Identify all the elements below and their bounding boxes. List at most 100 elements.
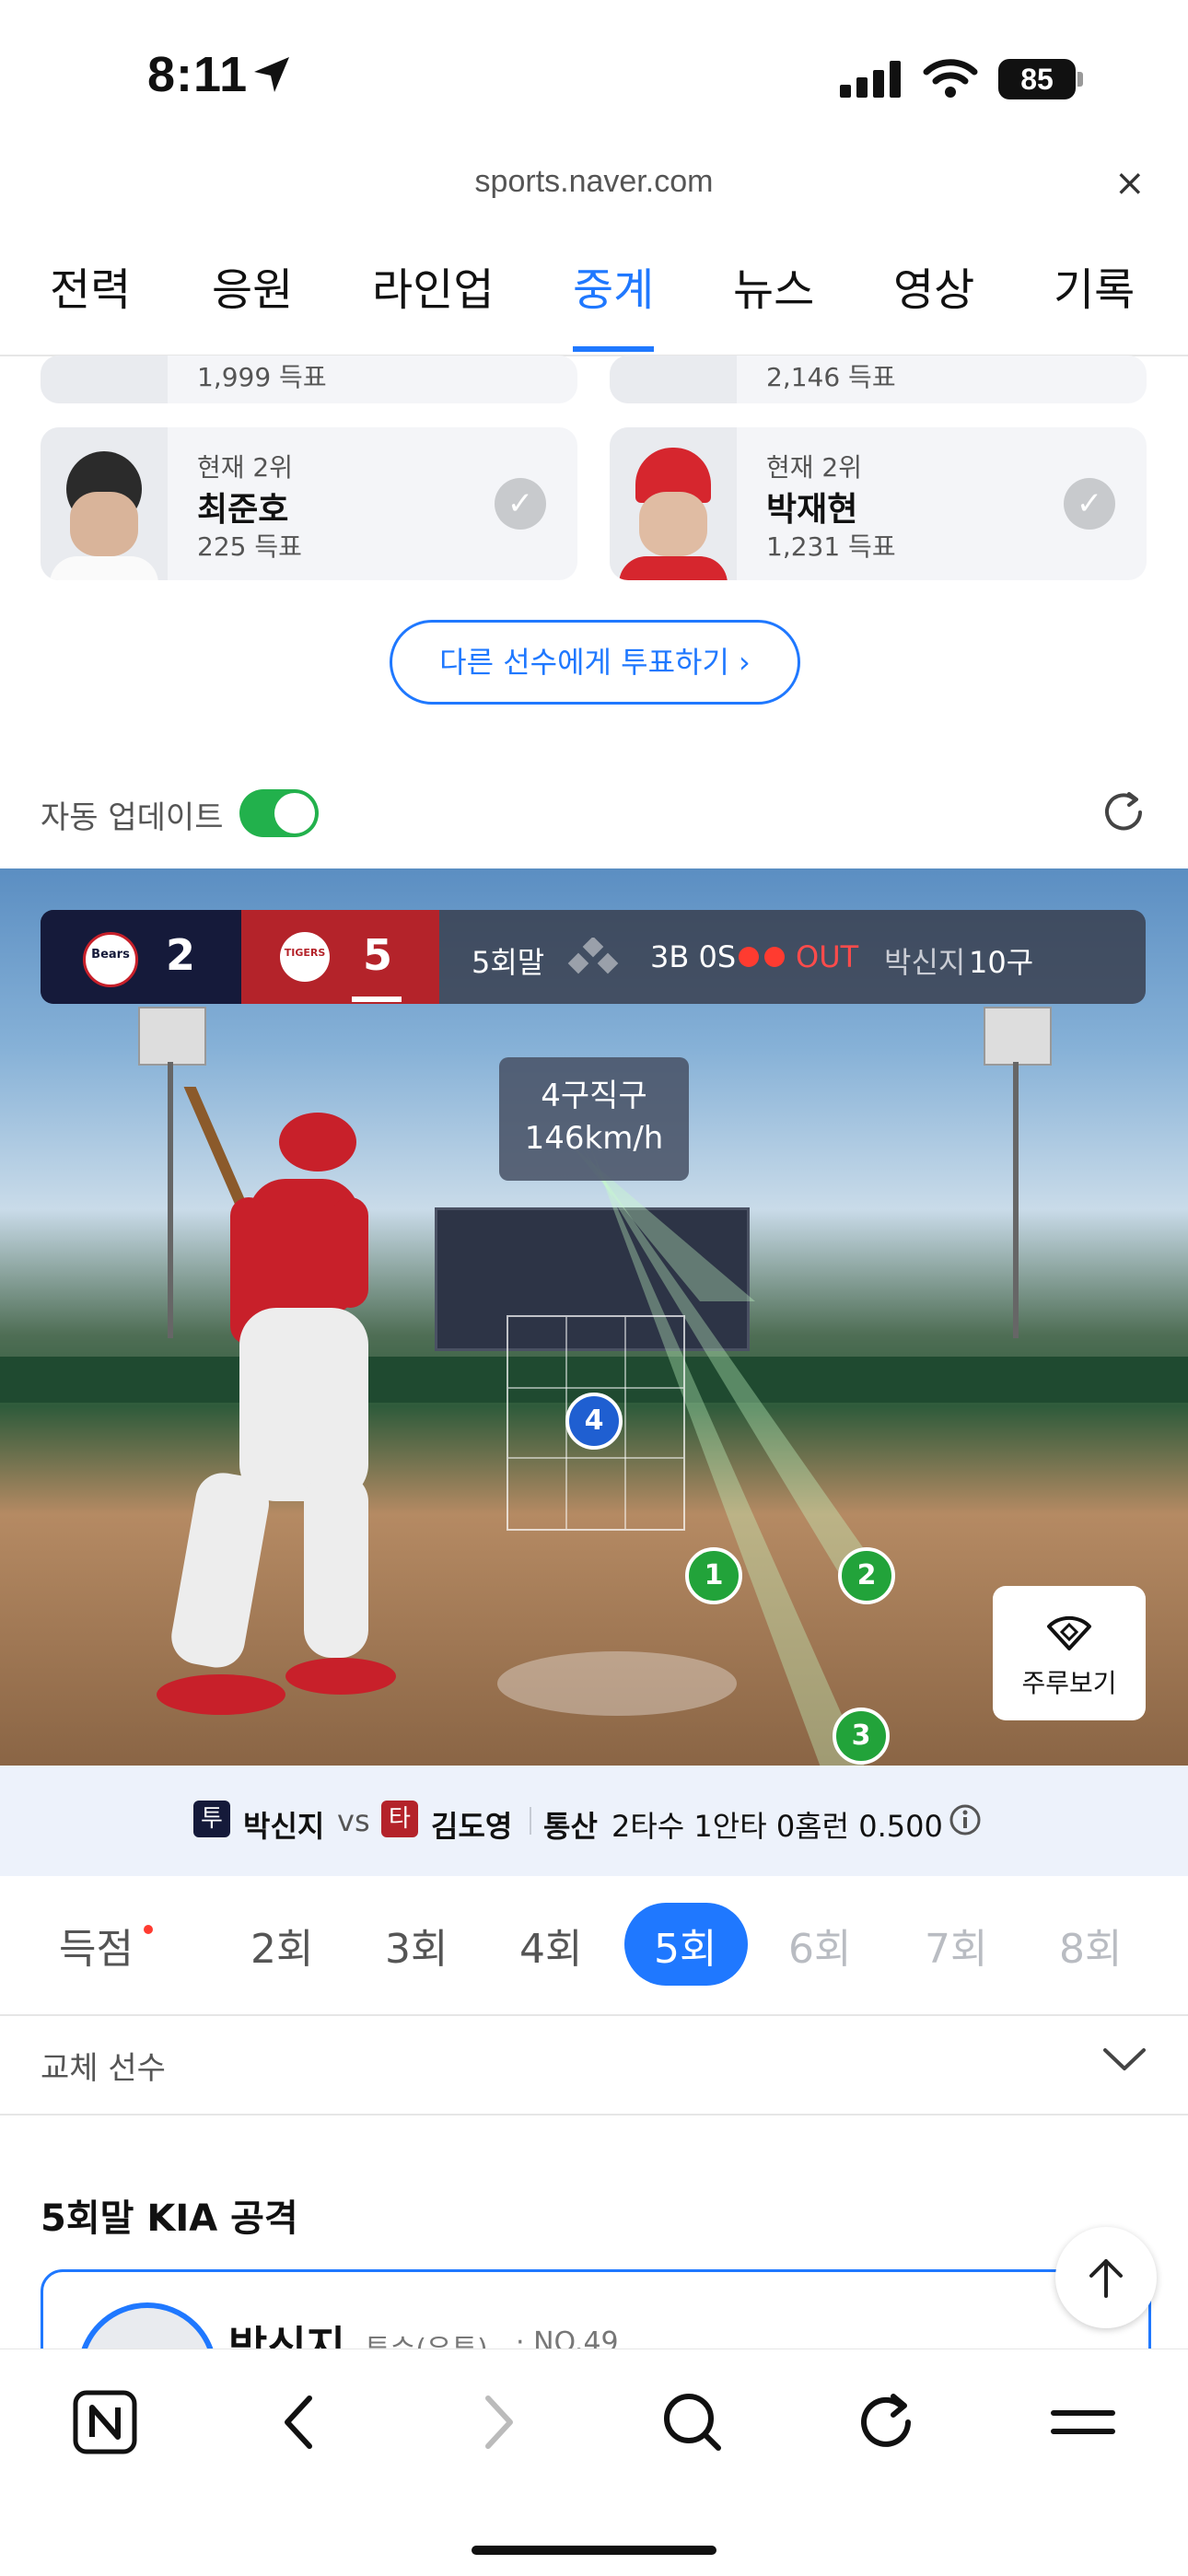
- battery-indicator: 85: [998, 59, 1076, 99]
- close-icon[interactable]: ×: [1114, 162, 1146, 204]
- chevron-down-icon[interactable]: [1101, 2035, 1147, 2081]
- vote-count: 1,231 득표: [766, 531, 896, 562]
- wifi-icon: [923, 59, 978, 98]
- refresh-icon[interactable]: [1096, 785, 1151, 840]
- inning-tab[interactable]: 8회: [1059, 1916, 1122, 1975]
- batting-team-indicator: [352, 997, 402, 1002]
- tab-cheer[interactable]: 응원: [212, 253, 293, 318]
- inning-tab[interactable]: 6회: [788, 1916, 851, 1975]
- inning-status: 5회말: [472, 945, 545, 980]
- home-score: 5: [363, 930, 393, 980]
- status-time: 8:11: [147, 47, 249, 102]
- inning-selector: [0, 1876, 1188, 2016]
- vote-card[interactable]: 현재 2위 최준호 225 득표 ✓: [41, 427, 577, 580]
- current-pitcher: 박신지: [884, 945, 966, 980]
- pitch-marker[interactable]: 1: [685, 1547, 742, 1604]
- pitcher-tag: 투: [193, 1801, 230, 1837]
- inning-tab[interactable]: 2회: [250, 1916, 313, 1975]
- inning-tab[interactable]: 3회: [385, 1916, 448, 1975]
- player-name: 최준호: [197, 491, 289, 529]
- battery-percent: 85: [1020, 63, 1054, 96]
- vote-rank: 현재 2위: [197, 452, 293, 483]
- tab-news[interactable]: 뉴스: [733, 253, 814, 318]
- away-team-logo-text: Bears: [91, 948, 130, 962]
- away-team-logo: Bears: [83, 932, 138, 987]
- out-dot: [764, 947, 785, 967]
- browser-toolbar: [0, 2349, 1188, 2576]
- inning-tab-score[interactable]: 득점: [59, 1916, 134, 1975]
- pitch-type: 4구직구: [541, 1078, 647, 1114]
- tab-video[interactable]: 영상: [893, 253, 974, 318]
- browser-url[interactable]: sports.naver.com: [0, 164, 1188, 200]
- check-icon[interactable]: ✓: [495, 478, 546, 530]
- tab-records[interactable]: 기록: [1054, 253, 1135, 318]
- player-name: 박재현: [766, 491, 858, 529]
- out-dot: [739, 947, 759, 967]
- tab-lineup-strength[interactable]: 전력: [50, 253, 131, 318]
- search-icon[interactable]: [656, 2385, 729, 2459]
- back-icon[interactable]: [263, 2385, 337, 2459]
- view-runners-button[interactable]: 주루보기: [993, 1586, 1146, 1720]
- pitch-speed: 146km/h: [524, 1120, 664, 1157]
- home-team-box: [241, 910, 439, 1004]
- away-score: 2: [166, 930, 196, 980]
- vote-count: 2,146 득표: [766, 362, 896, 392]
- vote-card[interactable]: 2,146 득표: [610, 356, 1147, 403]
- view-runners-label: 주루보기: [1021, 1668, 1117, 1698]
- arrow-up-icon: [1089, 2259, 1123, 2298]
- cellular-signal-icon: [840, 61, 901, 98]
- player-photo: [610, 356, 737, 403]
- bases-diamond-icon: [567, 938, 619, 974]
- vote-count: 225 득표: [197, 531, 302, 562]
- inning-tab-active[interactable]: 5회: [654, 1916, 716, 1975]
- reload-icon[interactable]: [851, 2385, 925, 2459]
- pitch-count: 10구: [969, 945, 1034, 980]
- home-indicator: [472, 2546, 716, 2555]
- attack-section-title: 5회말 KIA 공격: [41, 2197, 298, 2240]
- matchup-vs: vs: [337, 1803, 370, 1838]
- home-team-logo-text: TIGERS: [284, 947, 326, 959]
- pitch-marker[interactable]: 2: [838, 1547, 895, 1604]
- naver-home-icon[interactable]: [68, 2385, 142, 2459]
- substitutes-label: 교체 선수: [41, 2050, 166, 2087]
- substitutes-accordion[interactable]: [0, 2014, 1188, 2116]
- batter-tag: 타: [381, 1801, 418, 1837]
- vote-other-player-button[interactable]: 다른 선수에게 투표하기 ›: [390, 620, 800, 705]
- matchup-batter: 김도영: [431, 1809, 513, 1844]
- batter-figure: [157, 1087, 396, 1715]
- tab-lineup[interactable]: 라인업: [372, 253, 494, 318]
- new-indicator-dot: [144, 1925, 153, 1934]
- out-label: OUT: [796, 939, 859, 974]
- vote-rank: 현재 2위: [766, 452, 862, 483]
- pitch-marker[interactable]: 3: [833, 1708, 890, 1765]
- game-tabs: 전력 응원 라인업 중계 뉴스 영상 기록: [0, 216, 1188, 356]
- ball-strike-count: 3B 0S: [650, 939, 737, 974]
- divider: [530, 1807, 531, 1835]
- vote-count: 1,999 득표: [197, 362, 327, 392]
- pitch-info-bubble: 4구직구 146km/h: [499, 1057, 689, 1181]
- inning-tab[interactable]: 7회: [925, 1916, 987, 1975]
- away-team-box: [41, 910, 241, 1004]
- scroll-to-top-button[interactable]: [1055, 2227, 1157, 2328]
- tab-broadcast[interactable]: 중계: [573, 253, 654, 318]
- menu-icon[interactable]: [1046, 2385, 1120, 2459]
- player-photo: [610, 427, 737, 580]
- battery-tip-icon: [1077, 72, 1083, 87]
- toggle-knob: [274, 793, 315, 833]
- forward-icon[interactable]: [460, 2385, 534, 2459]
- inning-tab[interactable]: 4회: [519, 1916, 582, 1975]
- active-tab-indicator: [573, 346, 654, 352]
- vote-card[interactable]: 1,999 득표: [41, 356, 577, 403]
- diamond-view-icon: [1047, 1615, 1091, 1650]
- player-photo: [41, 356, 168, 403]
- info-icon[interactable]: [949, 1803, 982, 1836]
- auto-update-label: 자동 업데이트: [41, 799, 224, 836]
- home-team-logo: TIGERS: [280, 932, 330, 982]
- check-icon[interactable]: ✓: [1064, 478, 1115, 530]
- career-stat: 2타수 1안타 0홈런 0.500: [611, 1809, 943, 1844]
- pitch-marker[interactable]: 4: [565, 1393, 623, 1450]
- location-arrow-icon: [254, 57, 289, 92]
- vote-card[interactable]: 현재 2위 박재현 1,231 득표 ✓: [610, 427, 1147, 580]
- career-label: 통산: [543, 1809, 598, 1844]
- matchup-pitcher: 박신지: [243, 1809, 325, 1844]
